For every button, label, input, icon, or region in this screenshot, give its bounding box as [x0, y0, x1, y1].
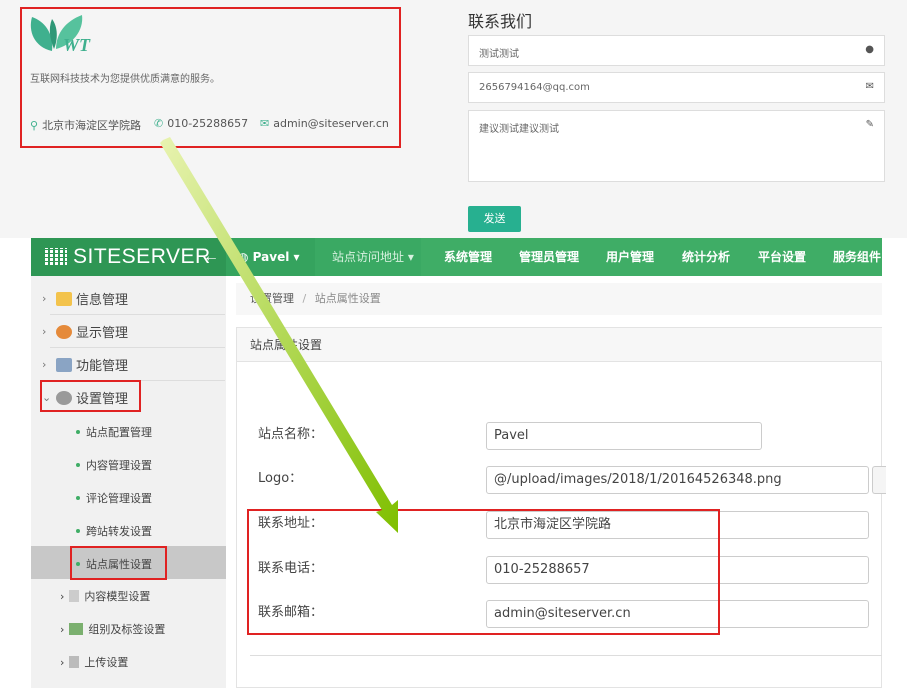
- breadcrumb-parent[interactable]: 设置管理: [250, 292, 294, 305]
- sidebar-sub-cross-site[interactable]: 跨站转发设置: [76, 523, 152, 539]
- sidebar-folder-label: 上传设置: [84, 656, 129, 669]
- highlight-settings-menu: [40, 380, 141, 412]
- divider: [50, 314, 225, 315]
- sidebar-folder-upload[interactable]: › 上传设置: [60, 654, 128, 670]
- site-name-label: 站点名称：: [258, 427, 324, 442]
- file-icon: [69, 656, 80, 668]
- user-icon: ●: [865, 44, 874, 55]
- bullet-icon: [76, 496, 80, 500]
- sidebar-item-label: 功能管理: [76, 359, 129, 374]
- contact-name-value: 测试测试: [479, 49, 519, 60]
- divider: [250, 655, 882, 656]
- sidebar-sub-label: 跨站转发设置: [86, 525, 152, 538]
- sidebar-item-label: 显示管理: [76, 326, 129, 341]
- divider: [50, 347, 225, 348]
- caret-down-icon: ▾: [293, 250, 300, 264]
- sidebar-folder-label: 组别及标签设置: [88, 623, 166, 636]
- contact-message-textarea[interactable]: 建议测试建议测试 ✎: [468, 110, 885, 182]
- contact-form-title: 联系我们: [468, 12, 533, 31]
- palette-icon: [56, 324, 72, 339]
- highlight-footer-box: [20, 7, 401, 148]
- breadcrumb-current: 站点属性设置: [314, 292, 381, 305]
- folder-icon: [56, 291, 72, 306]
- sidebar-item-display[interactable]: › 显示管理: [42, 322, 128, 341]
- sidebar-sub-label: 站点配置管理: [86, 426, 152, 439]
- sidebar-sub-label: 评论管理设置: [86, 492, 152, 505]
- sidebar-sub-content-settings[interactable]: 内容管理设置: [76, 457, 152, 473]
- panel-title: 站点属性设置: [237, 328, 882, 362]
- contact-message-value: 建议测试建议测试: [479, 124, 559, 135]
- breadcrumb-separator: /: [302, 292, 307, 305]
- sidebar-item-label: 信息管理: [76, 293, 129, 308]
- logo-label: Logo：: [258, 471, 303, 486]
- sidebar-folder-content-model[interactable]: › 内容模型设置: [60, 588, 150, 604]
- chevron-right-icon: ›: [42, 358, 47, 371]
- globe-icon: ◍: [238, 250, 249, 264]
- contact-email-input[interactable]: 2656794164@qq.com ✉: [468, 72, 885, 103]
- logo-upload-button[interactable]: [872, 466, 886, 494]
- sidebar-sub-comment-settings[interactable]: 评论管理设置: [76, 490, 152, 506]
- database-icon: [69, 590, 80, 602]
- sidebar-sub-label: 内容管理设置: [86, 459, 152, 472]
- nav-platform[interactable]: 平台设置: [758, 238, 806, 276]
- sidebar-item-content[interactable]: › 信息管理: [42, 289, 128, 308]
- sidebar-folder-label: 内容模型设置: [84, 590, 151, 603]
- nav-plugins[interactable]: 服务组件: [833, 238, 882, 276]
- brand: SITESERVER ←: [31, 238, 226, 276]
- highlight-contact-fields: [247, 509, 720, 635]
- breadcrumb: 设置管理 / 站点属性设置: [236, 283, 882, 315]
- nav-site-url[interactable]: 站点访问地址 ▾: [315, 238, 421, 276]
- sidebar-item-features[interactable]: › 功能管理: [42, 355, 128, 374]
- caret-down-icon: ▾: [407, 250, 414, 264]
- site-name-input[interactable]: Pavel: [486, 422, 762, 450]
- site-switch-label: Pavel: [252, 250, 290, 264]
- brand-name: SITESERVER: [73, 245, 211, 268]
- bullet-icon: [76, 463, 80, 467]
- send-button[interactable]: 发送: [468, 206, 521, 232]
- sitemap-icon: [69, 623, 84, 635]
- chevron-right-icon: ›: [60, 655, 65, 669]
- pencil-icon: ✎: [865, 119, 874, 130]
- sidebar-folder-groups-tags[interactable]: › 组别及标签设置: [60, 621, 165, 637]
- chevron-right-icon: ›: [42, 325, 47, 338]
- contact-email-value: 2656794164@qq.com: [479, 82, 590, 93]
- site-switch-menu[interactable]: ◍ Pavel ▾: [226, 238, 315, 276]
- chevron-right-icon: ›: [60, 622, 65, 636]
- bullet-icon: [76, 430, 80, 434]
- chevron-right-icon: ›: [42, 292, 47, 305]
- nav-users[interactable]: 用户管理: [606, 238, 654, 276]
- wrench-icon: [56, 357, 72, 372]
- logo-path-input[interactable]: @/upload/images/2018/1/20164526348.png: [486, 466, 869, 494]
- highlight-site-attributes: [70, 546, 167, 580]
- contact-name-input[interactable]: 测试测试 ●: [468, 35, 885, 66]
- nav-site-url-label: 站点访问地址: [332, 250, 405, 264]
- sidebar-sub-site-config[interactable]: 站点配置管理: [76, 424, 152, 440]
- nav-system[interactable]: 系统管理: [444, 238, 492, 276]
- envelope-icon: ✉: [865, 81, 874, 92]
- nav-analytics[interactable]: 统计分析: [682, 238, 730, 276]
- bullet-icon: [76, 529, 80, 533]
- chevron-right-icon: ›: [60, 589, 65, 603]
- grid-logo-icon: [45, 248, 67, 266]
- arrow-left-icon[interactable]: ←: [203, 238, 219, 276]
- nav-admins[interactable]: 管理员管理: [519, 238, 579, 276]
